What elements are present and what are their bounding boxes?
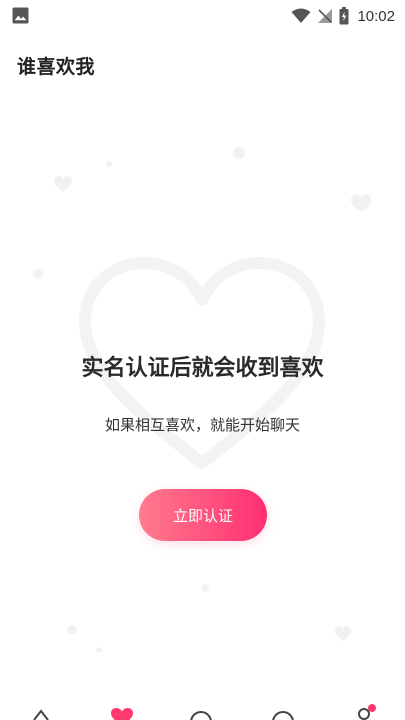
tab-discover[interactable] (271, 704, 295, 720)
tab-profile[interactable] (352, 704, 376, 720)
page-title: 谁喜欢我 (17, 56, 96, 78)
wifi-icon (291, 8, 311, 23)
small-heart-icon (335, 626, 351, 641)
home-icon (33, 709, 49, 720)
tab-likes[interactable] (110, 704, 134, 720)
clock: 10:02 (357, 7, 395, 25)
verify-now-button[interactable]: 立即认证 (139, 489, 267, 541)
status-bar: 10:02 (0, 0, 405, 32)
notification-dot (368, 704, 376, 712)
image-icon (12, 7, 29, 24)
background-hearts (33, 147, 371, 653)
bottom-tab-bar (0, 704, 405, 720)
empty-state-headline: 实名认证后就会收到喜欢 (81, 356, 324, 381)
empty-state-subline: 如果相互喜欢，就能开始聊天 (104, 416, 300, 434)
tab-home[interactable] (29, 704, 53, 720)
profile-icon (358, 704, 376, 720)
small-heart-icon (54, 176, 72, 192)
chat-icon (190, 711, 212, 720)
signal-off-icon (318, 9, 333, 23)
small-heart-icon (351, 194, 371, 212)
tab-chat[interactable] (189, 704, 213, 720)
discover-icon (272, 711, 294, 720)
battery-charging-icon (339, 7, 349, 25)
heart-icon (111, 708, 133, 720)
